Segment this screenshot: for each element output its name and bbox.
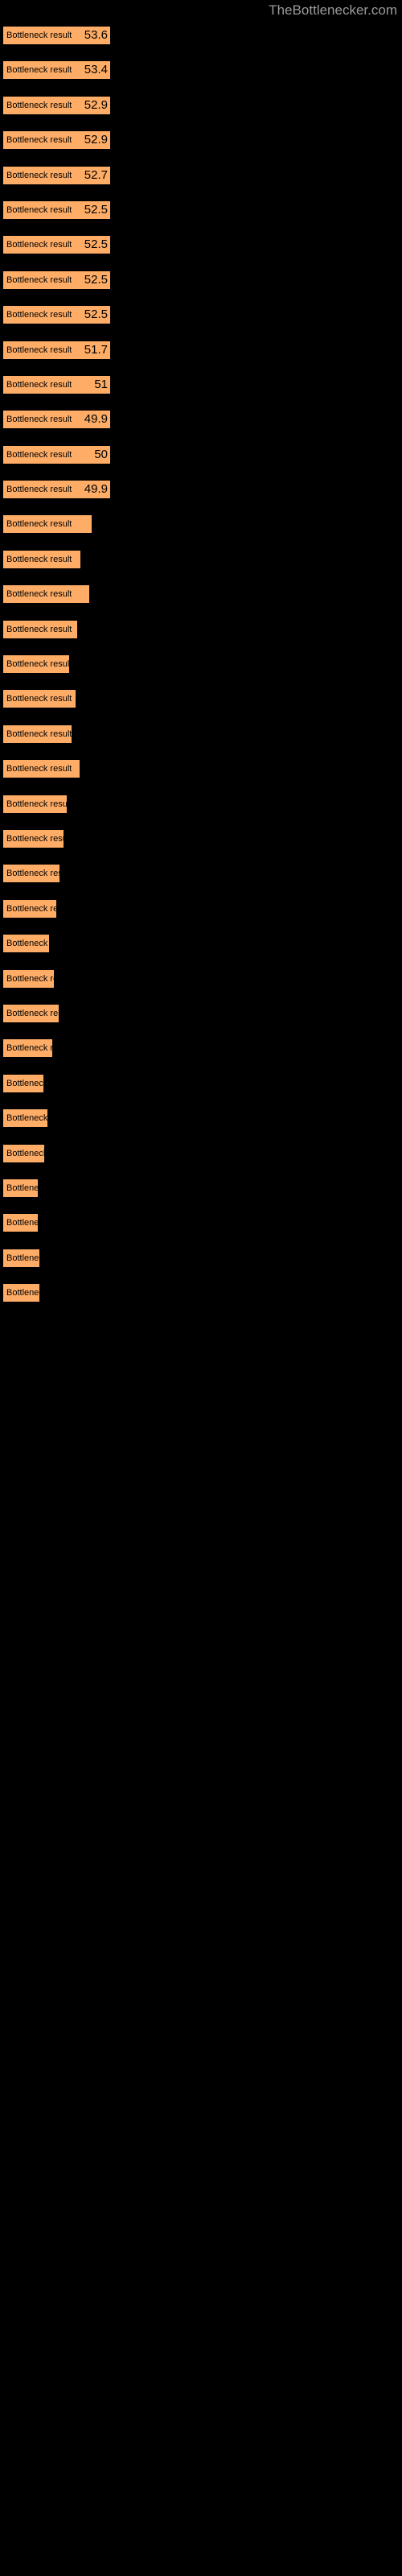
bar-category-label: Bottleneck result — [6, 589, 72, 600]
bar-category-label: Bottleneck result — [6, 833, 64, 844]
chart-row: Bottleneck result — [0, 1034, 402, 1068]
chart-row: Bottleneck result 50 — [0, 440, 402, 475]
bar-value-label: 52.9 — [84, 133, 108, 147]
bar-category-label: Bottleneck result — [6, 764, 72, 774]
chart-row: Bottleneck result 53.4 — [0, 56, 402, 90]
chart-row: Bottleneck result — [0, 1244, 402, 1278]
bar-value-label: 52.9 — [84, 97, 108, 112]
bar-category-label: Bottleneck result — [6, 659, 69, 670]
chart-row: Bottleneck result — [0, 1174, 402, 1208]
bar-value-label: 50 — [94, 447, 108, 461]
chart-row: Bottleneck result — [0, 615, 402, 650]
chart-row: Bottleneck result 51 — [0, 370, 402, 405]
chart-row: Bottleneck result 52.9 — [0, 126, 402, 160]
bar-value-label: 51.7 — [84, 342, 108, 357]
bar-category-label: Bottleneck result — [6, 1288, 39, 1298]
chart-row: Bottleneck result — [0, 754, 402, 789]
bar-category-label: Bottleneck result — [6, 1253, 39, 1263]
chart-row: Bottleneck result 49.9 — [0, 475, 402, 510]
bar-category-label: Bottleneck result — [6, 869, 59, 879]
bar-value-label: 53.6 — [84, 28, 108, 42]
chart-row: Bottleneck result — [0, 790, 402, 824]
chart-row: Bottleneck result — [0, 1208, 402, 1243]
chart-row: Bottleneck result 52.5 — [0, 230, 402, 265]
bar-value-label: 49.9 — [84, 412, 108, 427]
bar-category-label: Bottleneck result — [6, 1183, 38, 1193]
chart-row: Bottleneck result — [0, 964, 402, 999]
chart-row: Bottleneck result — [0, 580, 402, 614]
bar-value-label: 52.5 — [84, 272, 108, 287]
bar-value-label: 52.7 — [84, 167, 108, 182]
bar-value-label: 51 — [94, 377, 108, 391]
chart-row: Bottleneck result — [0, 1069, 402, 1104]
chart-row: Bottleneck result — [0, 824, 402, 859]
chart-row: Bottleneck result 49.9 — [0, 405, 402, 440]
bar-value-label: 53.4 — [84, 63, 108, 77]
chart-row: Bottleneck result 52.5 — [0, 266, 402, 300]
chart-row: Bottleneck result — [0, 929, 402, 964]
chart-row: Bottleneck result — [0, 1104, 402, 1138]
bar-category-label: Bottleneck result — [6, 939, 49, 949]
watermark-text: TheBottlenecker.com — [269, 2, 397, 18]
bar-category-label: Bottleneck result — [6, 554, 72, 564]
chart-row: Bottleneck result — [0, 1278, 402, 1313]
chart-row: Bottleneck result — [0, 650, 402, 684]
bar-category-label: Bottleneck result — [6, 1008, 59, 1018]
bar-category-label: Bottleneck result — [6, 799, 67, 809]
chart-row: Bottleneck result — [0, 859, 402, 894]
chart-row: Bottleneck result 52.9 — [0, 91, 402, 126]
chart-row: Bottleneck result — [0, 999, 402, 1034]
bar-value-label: 52.5 — [84, 237, 108, 252]
chart-row: Bottleneck result — [0, 894, 402, 929]
bar-category-label: Bottleneck result — [6, 973, 54, 984]
bar-category-label: Bottleneck result — [6, 903, 56, 914]
chart-row: Bottleneck result 52.7 — [0, 161, 402, 196]
bar-value-label: 52.5 — [84, 308, 108, 322]
chart-row: Bottleneck result — [0, 684, 402, 719]
bar-category-label: Bottleneck result — [6, 519, 72, 530]
chart-row: Bottleneck result 53.6 — [0, 21, 402, 56]
bar-value-label: 49.9 — [84, 482, 108, 497]
bar-category-label: Bottleneck result — [6, 1148, 44, 1158]
chart-row: Bottleneck result — [0, 510, 402, 544]
bar-category-label: Bottleneck result — [6, 624, 72, 634]
chart-row: Bottleneck result 52.5 — [0, 196, 402, 230]
chart-page: TheBottlenecker.com Bottleneck result 53.… — [0, 0, 402, 2576]
bar-category-label: Bottleneck result — [6, 729, 72, 739]
bottleneck-bar-chart: Bottleneck result 53.6 Bottleneck result 53… — [0, 21, 402, 1313]
bar-category-label: Bottleneck result — [6, 1043, 52, 1054]
bar-category-label: Bottleneck result — [6, 1218, 38, 1228]
chart-row: Bottleneck result — [0, 1139, 402, 1174]
bar-category-label: Bottleneck result — [6, 1113, 47, 1124]
chart-row: Bottleneck result — [0, 545, 402, 580]
chart-row: Bottleneck result 51.7 — [0, 336, 402, 370]
bar-category-label: Bottleneck result — [6, 694, 72, 704]
chart-row: Bottleneck result 52.5 — [0, 300, 402, 335]
chart-row: Bottleneck result — [0, 720, 402, 754]
bar-value-label: 52.5 — [84, 202, 108, 217]
bar-category-label: Bottleneck result — [6, 1078, 43, 1088]
